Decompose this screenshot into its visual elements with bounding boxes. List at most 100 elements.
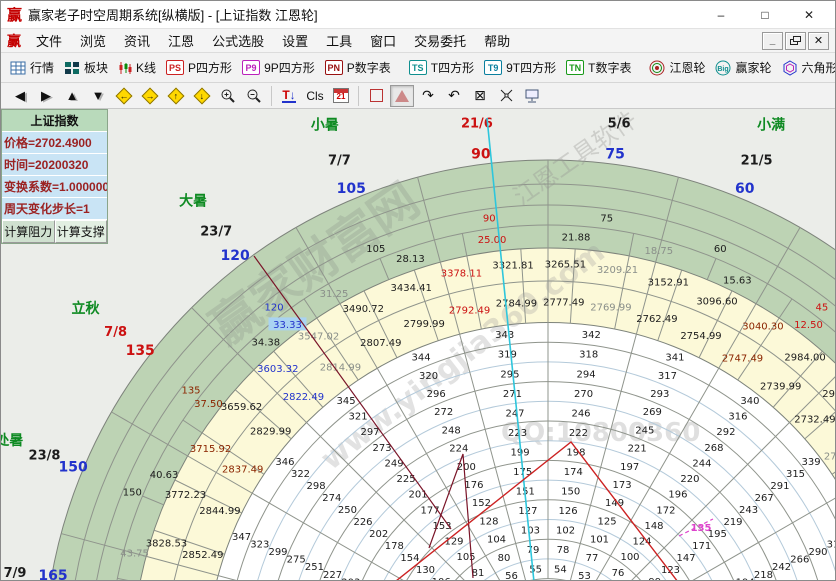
menu-tools[interactable]: 工具 — [317, 29, 361, 52]
toolbar-hexagon-button[interactable]: 六角形 — [777, 57, 836, 78]
toolbar-p-number-table-button[interactable]: PN P数字表 — [320, 57, 396, 78]
shift-up-button[interactable]: ↑ — [164, 85, 188, 107]
gann-wheel-chart[interactable]: 赢家财富网江恩工具软件www.yingjia360.comQQ:10800360… — [1, 109, 836, 581]
svg-text:7/8: 7/8 — [104, 325, 127, 340]
svg-text:3828.53: 3828.53 — [146, 539, 187, 550]
price-field: 价格=2702.4900 — [2, 132, 107, 154]
svg-text:7/9: 7/9 — [4, 566, 27, 581]
expand-button[interactable]: ⊠ — [468, 85, 492, 107]
toolbar-9p-square-button[interactable]: P9 9P四方形 — [237, 57, 320, 78]
svg-text:219: 219 — [723, 517, 742, 528]
svg-text:270: 270 — [574, 389, 593, 400]
svg-text:273: 273 — [373, 443, 392, 454]
shrink-icon — [499, 88, 514, 103]
blocks-icon — [64, 61, 80, 75]
shift-left-button[interactable]: ← — [112, 85, 136, 107]
shift-down-button[interactable]: ↓ — [190, 85, 214, 107]
menu-window[interactable]: 窗口 — [361, 29, 405, 52]
svg-text:266: 266 — [790, 555, 809, 566]
app-window: 赢 赢家老子时空周期系统[纵横版] - [上证指数 江恩轮] – □ ✕ 赢 文… — [0, 0, 836, 581]
svg-text:120: 120 — [265, 303, 284, 314]
toolbar-p-square-button[interactable]: PS P四方形 — [161, 57, 237, 78]
svg-text:318: 318 — [579, 350, 598, 361]
toolbar-9p-square-label: 9P四方形 — [264, 59, 315, 76]
svg-text:345: 345 — [337, 396, 356, 407]
svg-text:135: 135 — [691, 523, 712, 534]
svg-text:322: 322 — [291, 469, 310, 480]
svg-text:80: 80 — [498, 553, 511, 564]
minimize-button[interactable]: – — [701, 3, 741, 27]
svg-text:271: 271 — [503, 389, 522, 400]
svg-text:2822.49: 2822.49 — [283, 392, 324, 403]
triangle-shape-button[interactable] — [390, 85, 414, 107]
svg-text:218: 218 — [754, 570, 773, 581]
svg-text:321: 321 — [349, 412, 368, 423]
menu-gann[interactable]: 江恩 — [159, 29, 203, 52]
rotate-cw-button[interactable]: ↷ — [416, 85, 440, 107]
svg-text:2724.99: 2724.99 — [824, 451, 836, 462]
close-button[interactable]: ✕ — [789, 3, 829, 27]
svg-text:小暑: 小暑 — [311, 117, 339, 133]
nav-up-button[interactable]: ▲ — [60, 85, 84, 107]
mdi-minimize-button[interactable]: _ — [762, 32, 783, 50]
toolbar-quotes-button[interactable]: 行情 — [5, 57, 59, 78]
mdi-window-controls: _ ✕ — [762, 32, 831, 50]
toolbar-t-number-table-button[interactable]: TN T数字表 — [561, 57, 636, 78]
svg-text:267: 267 — [755, 493, 774, 504]
shrink-button[interactable] — [494, 85, 518, 107]
time-field: 时间=20200320 — [2, 154, 107, 176]
svg-text:81: 81 — [472, 568, 485, 579]
toolbar-winner-wheel-button[interactable]: Big 赢家轮 — [710, 57, 776, 78]
svg-text:立秋: 立秋 — [72, 300, 101, 317]
yellow-diamond-left-icon: ← — [116, 87, 133, 104]
menu-file[interactable]: 文件 — [27, 29, 71, 52]
svg-text:250: 250 — [338, 505, 357, 516]
maximize-button[interactable]: □ — [745, 3, 785, 27]
sort-time-button[interactable]: T↓ — [277, 85, 301, 107]
toolbar-sectors-button[interactable]: 板块 — [59, 57, 113, 78]
calc-support-button[interactable]: 计算支撑 — [55, 220, 108, 243]
menu-browse[interactable]: 浏览 — [71, 29, 115, 52]
mdi-restore-button[interactable] — [785, 32, 806, 50]
menu-trade[interactable]: 交易委托 — [405, 29, 475, 52]
zoom-out-button[interactable] — [242, 85, 266, 107]
square-shape-button[interactable] — [364, 85, 388, 107]
svg-text:2777.49: 2777.49 — [543, 297, 584, 308]
calendar-button[interactable]: 21 — [329, 85, 353, 107]
rotate-ccw-button[interactable]: ↶ — [442, 85, 466, 107]
svg-text:5/6: 5/6 — [608, 117, 631, 132]
cls-button[interactable]: Cls — [303, 85, 327, 107]
svg-text:197: 197 — [620, 462, 639, 473]
mdi-close-button[interactable]: ✕ — [808, 32, 829, 50]
svg-text:60: 60 — [714, 244, 727, 255]
winner-wheel-icon: Big — [715, 60, 731, 76]
calc-resistance-button[interactable]: 计算阻力 — [2, 220, 55, 243]
shift-right-button[interactable]: → — [138, 85, 162, 107]
toolbar-gann-wheel-button[interactable]: 江恩轮 — [644, 57, 710, 78]
menu-help[interactable]: 帮助 — [475, 29, 519, 52]
svg-text:23/7: 23/7 — [200, 225, 232, 240]
menu-news[interactable]: 资讯 — [115, 29, 159, 52]
svg-text:2844.99: 2844.99 — [199, 506, 240, 517]
nav-prev-button[interactable]: ◀ — [8, 85, 32, 107]
nav-next-button[interactable]: ▶ — [34, 85, 58, 107]
hexagon-icon — [782, 60, 798, 76]
toolbar-t-square-button[interactable]: TS T四方形 — [404, 57, 479, 78]
square-outline-icon — [370, 89, 383, 102]
t-down-icon: T↓ — [282, 89, 295, 103]
presentation-button[interactable] — [520, 85, 544, 107]
menu-settings[interactable]: 设置 — [273, 29, 317, 52]
toolbar-kline-button[interactable]: K线 — [113, 57, 161, 78]
svg-text:105: 105 — [366, 244, 385, 255]
chart-area: 赢家财富网江恩工具软件www.yingjia360.comQQ:10800360… — [1, 109, 836, 581]
nav-down-button[interactable]: ▼ — [86, 85, 110, 107]
menu-formula-stock-pick[interactable]: 公式选股 — [203, 29, 273, 52]
main-toolbar: 行情 板块 K线 PS P四方形 P9 9P四方形 PN P数字表 TS T四方… — [1, 53, 835, 83]
svg-text:小满: 小满 — [757, 116, 785, 133]
svg-text:7/7: 7/7 — [328, 154, 351, 169]
toolbar-9t-square-button[interactable]: T9 9T四方形 — [479, 57, 561, 78]
toolbar-hexagon-label: 六角形 — [802, 59, 836, 76]
zoom-in-button[interactable] — [216, 85, 240, 107]
svg-text:3096.60: 3096.60 — [696, 297, 737, 308]
svg-text:165: 165 — [38, 568, 67, 581]
